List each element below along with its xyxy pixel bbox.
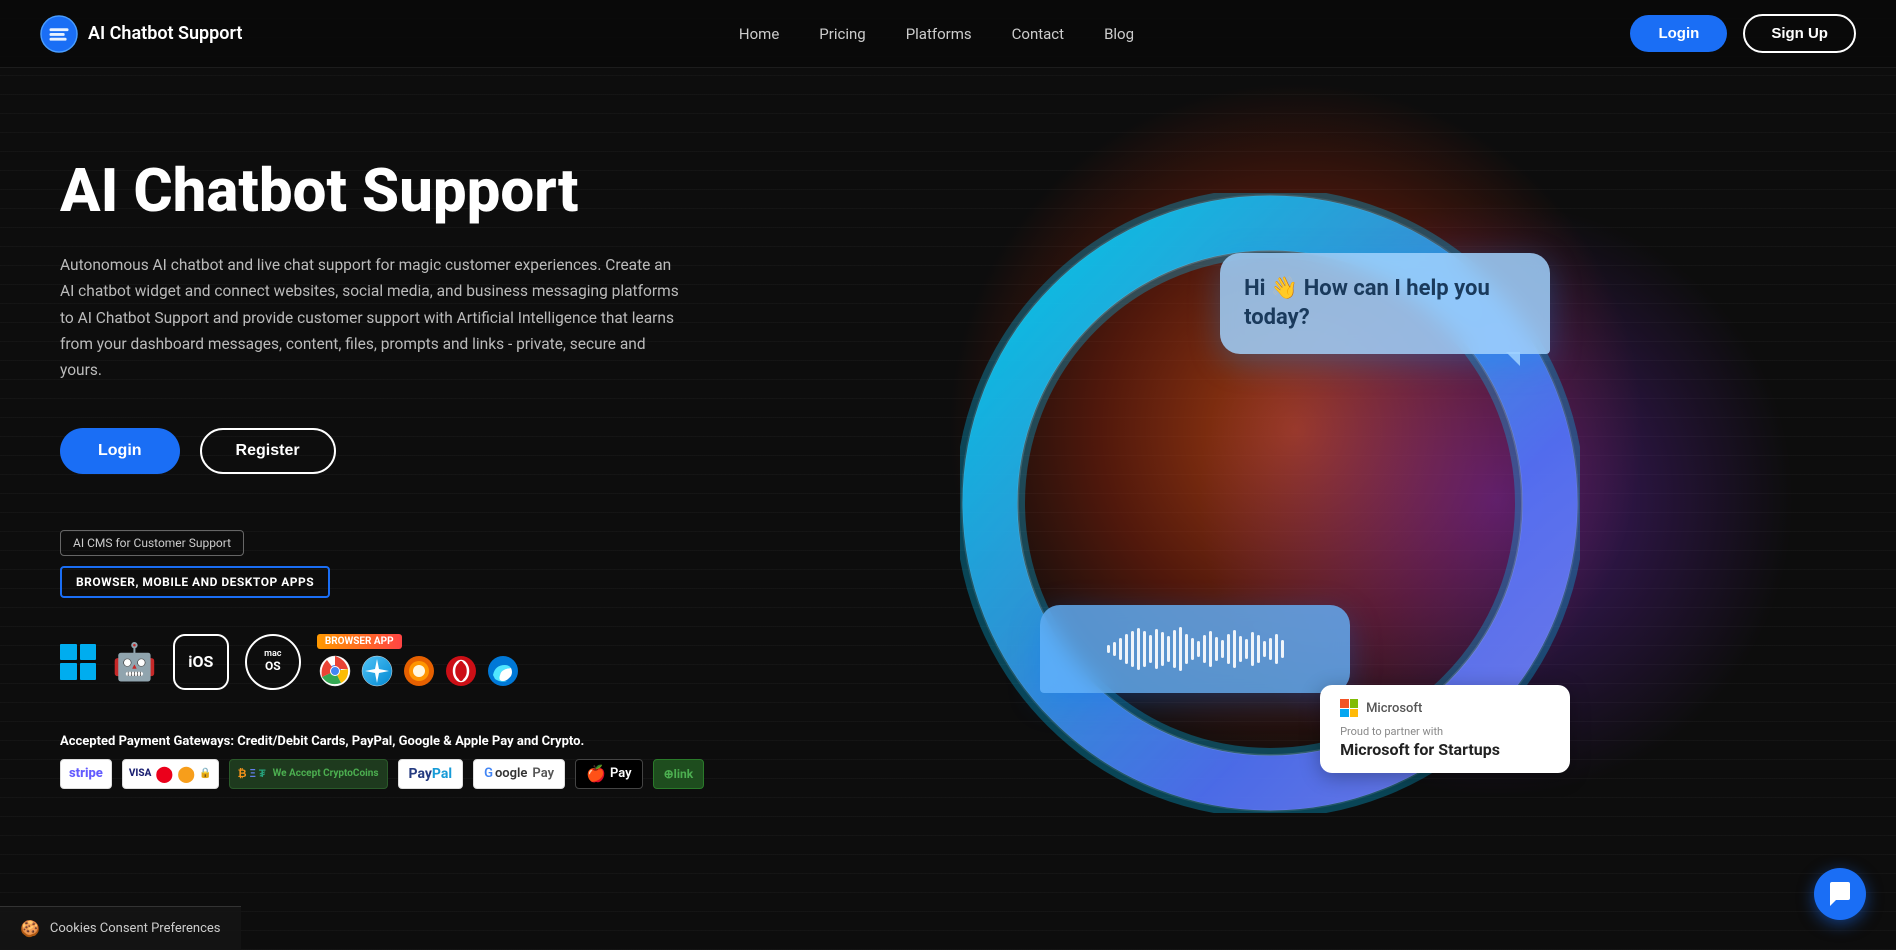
paypal-badge: PayPal	[398, 759, 464, 789]
brand-logo[interactable]: AI Chatbot Support	[40, 15, 242, 53]
firefox-icon	[401, 653, 437, 689]
ms-logo-row: Microsoft	[1340, 699, 1550, 717]
platforms-badge-wrapper: BROWSER, MOBILE AND DESKTOP APPS	[60, 566, 704, 634]
brand-name: AI Chatbot Support	[88, 23, 242, 44]
chat-greeting-text: Hi 👋 How can I help you today?	[1244, 276, 1490, 330]
tlink-badge: ⊕link	[653, 759, 705, 789]
crypto-badge: ₿ Ξ ₮ We Accept CryptoCoins	[229, 759, 388, 789]
chat-bubble-greeting: Hi 👋 How can I help you today?	[1220, 253, 1550, 354]
hero-buttons: Login Register	[60, 428, 704, 474]
ms-proud-text: Proud to partner with	[1340, 725, 1550, 738]
brand-icon	[40, 15, 78, 53]
nav-links: Home Pricing Platforms Contact Blog	[739, 24, 1134, 43]
ms-company: Microsoft	[1366, 701, 1422, 716]
browser-icons-row	[317, 653, 521, 689]
opera-icon	[443, 653, 479, 689]
nav-login-button[interactable]: Login	[1630, 15, 1727, 52]
nav-pricing[interactable]: Pricing	[819, 25, 865, 43]
browser-app-label: BROWSER APP	[317, 634, 402, 649]
browser-apps: BROWSER APP	[317, 634, 521, 689]
navbar: AI Chatbot Support Home Pricing Platform…	[0, 0, 1896, 68]
hero-title: AI Chatbot Support	[60, 158, 704, 224]
nav-contact[interactable]: Contact	[1012, 25, 1064, 43]
cms-badge-text: AI CMS for Customer Support	[60, 530, 244, 556]
hero-description: Autonomous AI chatbot and live chat supp…	[60, 252, 680, 384]
hero-left: AI Chatbot Support Autonomous AI chatbot…	[60, 128, 704, 789]
credit-card-icons: VISA ⬤ ⬤ 🔒	[122, 759, 219, 789]
payment-section: Accepted Payment Gateways: Credit/Debit …	[60, 734, 704, 789]
chrome-icon	[317, 653, 353, 689]
platforms-badge-text: BROWSER, MOBILE AND DESKTOP APPS	[60, 566, 330, 598]
cookie-bar[interactable]: 🍪 Cookies Consent Preferences	[0, 906, 241, 950]
nav-platforms[interactable]: Platforms	[906, 25, 972, 43]
nav-blog[interactable]: Blog	[1104, 25, 1134, 43]
payment-label-bold: Accepted Payment Gateways:	[60, 734, 234, 749]
ios-icon: iOS	[173, 634, 229, 690]
cookie-text: Cookies Consent Preferences	[50, 921, 221, 936]
chat-widget-button[interactable]	[1814, 868, 1866, 920]
hero-login-button[interactable]: Login	[60, 428, 180, 474]
apple-pay-badge: 🍎 Pay	[575, 759, 643, 789]
ms-logo-icon	[1340, 699, 1358, 717]
nav-signup-button[interactable]: Sign Up	[1743, 14, 1856, 53]
payment-label: Accepted Payment Gateways: Credit/Debit …	[60, 734, 704, 749]
cookie-icon: 🍪	[20, 919, 40, 938]
google-pay-badge: Google Pay	[473, 759, 565, 789]
stripe-badge: stripe	[60, 759, 112, 789]
cms-badge: AI CMS for Customer Support	[60, 530, 704, 566]
platform-icons: 🤖 iOS mac OS BROWSER APP	[60, 634, 704, 690]
microsoft-badge: Microsoft Proud to partner with Microsof…	[1320, 685, 1570, 773]
hero-illustration: Hi 👋 How can I help you today? Microsoft	[704, 128, 1836, 878]
ms-partner-name: Microsoft for Startups	[1340, 740, 1550, 759]
hero-register-button[interactable]: Register	[200, 428, 336, 474]
nav-actions: Login Sign Up	[1630, 14, 1856, 53]
android-icon: 🤖	[112, 641, 157, 683]
chat-bubble-audio	[1040, 605, 1350, 693]
macos-icon: mac OS	[245, 634, 301, 690]
hero-section: AI Chatbot Support Autonomous AI chatbot…	[0, 68, 1896, 950]
audio-wave	[1107, 629, 1284, 669]
safari-icon	[359, 653, 395, 689]
edge-icon	[485, 653, 521, 689]
windows-icon	[60, 644, 96, 680]
ring-container: Hi 👋 How can I help you today? Microsoft	[960, 193, 1580, 813]
nav-home[interactable]: Home	[739, 25, 779, 43]
payment-desc: Credit/Debit Cards, PayPal, Google & App…	[237, 734, 584, 749]
chat-widget-icon	[1827, 881, 1853, 907]
payment-icons-row: stripe VISA ⬤ ⬤ 🔒 ₿ Ξ ₮ We Accept Crypto…	[60, 759, 704, 789]
